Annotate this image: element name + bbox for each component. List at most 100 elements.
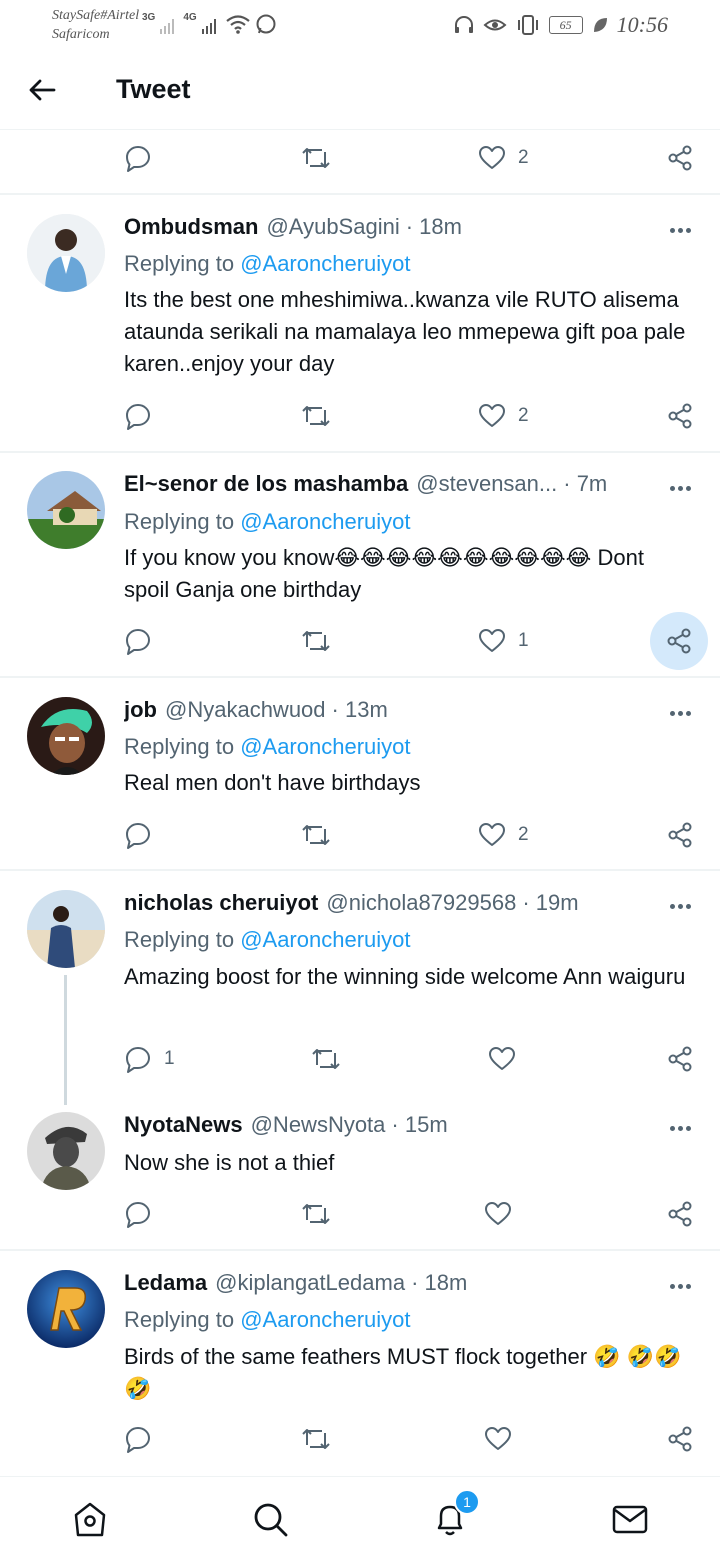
retweet-button[interactable]	[300, 138, 332, 178]
more-options-button[interactable]	[664, 478, 696, 498]
tweet-actions: 2	[124, 138, 696, 178]
timestamp: · 7m	[563, 471, 608, 496]
timestamp: · 15m	[391, 1112, 448, 1137]
more-options-button[interactable]	[664, 220, 696, 240]
more-options-button[interactable]	[664, 703, 696, 723]
more-dot-icon	[677, 1125, 683, 1131]
timestamp: · 18m	[411, 1270, 468, 1295]
share-button[interactable]	[660, 1419, 700, 1459]
more-dot-icon	[669, 903, 675, 909]
retweet-button[interactable]	[300, 396, 332, 436]
avatar[interactable]	[27, 214, 105, 292]
reply-button[interactable]	[124, 621, 152, 661]
reply-icon	[126, 629, 150, 655]
display-name[interactable]: nicholas cheruiyot	[124, 890, 318, 916]
reply-button[interactable]	[124, 1194, 152, 1234]
mention-link[interactable]: @Aaroncheruiyot	[240, 927, 410, 952]
retweet-button[interactable]	[300, 621, 332, 661]
share-button[interactable]	[650, 612, 708, 670]
like-button[interactable]: 2	[478, 138, 529, 178]
divider	[0, 193, 720, 195]
status-bar: StaySafe#Airtel Safaricom 3G 4G 65 10:56	[0, 0, 720, 50]
retweet-button[interactable]	[310, 1039, 342, 1079]
reply-button[interactable]: 1	[124, 1039, 175, 1079]
share-button[interactable]	[660, 138, 700, 178]
more-dot-icon	[677, 710, 683, 716]
avatar[interactable]	[27, 890, 105, 968]
vibrate-icon	[517, 15, 538, 35]
display-name[interactable]: job	[124, 697, 157, 723]
share-button[interactable]	[660, 1039, 700, 1079]
nav-home[interactable]	[68, 1497, 112, 1541]
more-options-button[interactable]	[664, 1276, 696, 1296]
replying-prefix: Replying to	[124, 927, 241, 952]
back-button[interactable]	[24, 72, 60, 108]
user-handle[interactable]: @nichola87929568	[326, 890, 516, 916]
share-button[interactable]	[660, 1194, 700, 1234]
reply-count: 1	[164, 1048, 175, 1069]
replying-prefix: Replying to	[124, 1307, 241, 1332]
like-button[interactable]	[484, 1194, 512, 1234]
like-count: 1	[518, 630, 529, 651]
user-handle[interactable]: @kiplangatLedama	[215, 1270, 405, 1296]
share-button[interactable]	[660, 396, 700, 436]
display-name[interactable]: NyotaNews	[124, 1112, 243, 1138]
heart-icon	[485, 1202, 511, 1225]
avatar[interactable]	[27, 697, 105, 775]
reply-button[interactable]	[124, 815, 152, 855]
share-icon	[668, 1201, 692, 1227]
more-options-button[interactable]	[664, 1118, 696, 1138]
tweet-actions: 1	[124, 612, 708, 670]
mention-link[interactable]: @Aaroncheruiyot	[240, 734, 410, 759]
nav-messages[interactable]	[608, 1497, 652, 1541]
user-handle[interactable]: @AyubSagini	[266, 214, 399, 240]
retweet-icon	[302, 148, 330, 168]
avatar[interactable]	[27, 471, 105, 549]
retweet-button[interactable]	[300, 1419, 332, 1459]
avatar[interactable]	[27, 1270, 105, 1348]
display-name[interactable]: Ledama	[124, 1270, 207, 1296]
like-button[interactable]: 1	[478, 621, 529, 661]
display-name[interactable]: Ombudsman	[124, 214, 258, 240]
tweet-header: nicholas cheruiyot @nichola87929568 · 19…	[124, 890, 654, 920]
like-count: 2	[518, 405, 529, 426]
nav-notifications[interactable]: 1	[428, 1489, 480, 1541]
nav-search[interactable]	[248, 1497, 292, 1541]
heart-icon	[479, 823, 505, 846]
like-button[interactable]: 2	[478, 396, 529, 436]
display-name[interactable]: El~senor de los mashamba	[124, 471, 408, 497]
eye-icon	[483, 19, 507, 31]
share-button[interactable]	[660, 815, 700, 855]
replying-to: Replying to @Aaroncheruiyot	[124, 251, 411, 277]
more-dot-icon	[677, 485, 683, 491]
mention-link[interactable]: @Aaroncheruiyot	[240, 251, 410, 276]
like-button[interactable]	[484, 1419, 512, 1459]
tweet-actions: 2	[124, 396, 696, 436]
user-handle[interactable]: @stevensan...	[416, 471, 557, 497]
mention-link[interactable]: @Aaroncheruiyot	[240, 509, 410, 534]
more-dot-icon	[677, 227, 683, 233]
retweet-button[interactable]	[300, 1194, 332, 1234]
heart-icon	[479, 404, 505, 427]
like-button[interactable]	[488, 1039, 516, 1079]
share-icon	[668, 822, 692, 848]
replying-to: Replying to @Aaroncheruiyot	[124, 734, 411, 760]
reply-button[interactable]	[124, 1419, 152, 1459]
mention-link[interactable]: @Aaroncheruiyot	[240, 1307, 410, 1332]
share-icon	[668, 403, 692, 429]
wifi-icon	[225, 15, 250, 34]
avatar[interactable]	[27, 1112, 105, 1190]
reply-button[interactable]	[124, 396, 152, 436]
reply-button[interactable]	[124, 138, 152, 178]
user-handle[interactable]: @Nyakachwuod	[165, 697, 326, 723]
like-button[interactable]: 2	[478, 815, 529, 855]
share-icon	[668, 1426, 692, 1452]
more-options-button[interactable]	[664, 896, 696, 916]
more-dot-icon	[669, 227, 675, 233]
whatsapp-icon	[256, 14, 276, 34]
retweet-icon	[302, 825, 330, 845]
user-handle[interactable]: @NewsNyota	[251, 1112, 386, 1138]
retweet-button[interactable]	[300, 815, 332, 855]
tweet-header: NyotaNews @NewsNyota · 15m	[124, 1112, 654, 1142]
signal-icons: 3G 4G	[142, 12, 277, 35]
